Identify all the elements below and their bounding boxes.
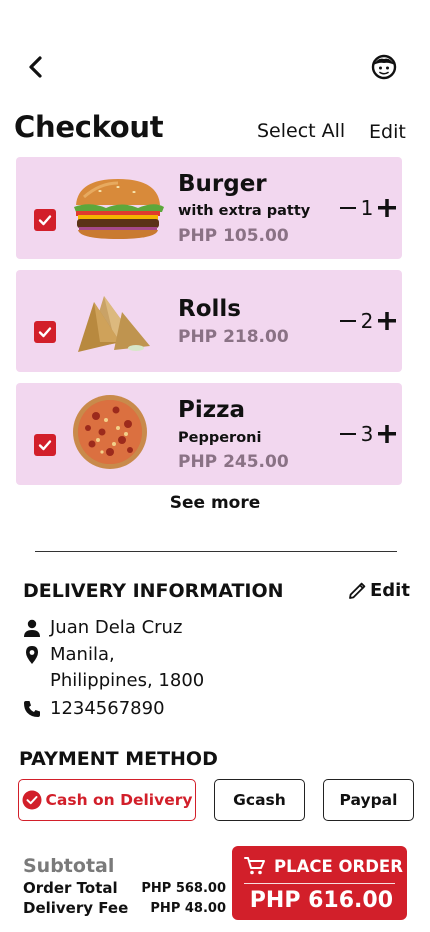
payment-option-cash-on-delivery[interactable]: Cash on Delivery bbox=[18, 779, 196, 821]
place-order-header: PLACE ORDER bbox=[244, 856, 403, 876]
edit-delivery-label: Edit bbox=[370, 580, 410, 601]
select-all-button[interactable]: Select All bbox=[257, 120, 345, 142]
item-name: Burger bbox=[178, 171, 267, 197]
address-line-2: Philippines, 1800 bbox=[50, 670, 205, 691]
place-order-label: PLACE ORDER bbox=[274, 856, 403, 876]
burger-image bbox=[74, 179, 164, 239]
quantity-stepper: 3 bbox=[338, 421, 398, 447]
address-row: Manila, Philippines, 1800 bbox=[22, 644, 204, 691]
minus-icon bbox=[340, 433, 356, 435]
plus-icon bbox=[378, 312, 396, 330]
payment-section-title: PAYMENT METHOD bbox=[19, 748, 218, 770]
phone-number: 1234567890 bbox=[50, 698, 165, 719]
item-description: Pepperoni bbox=[178, 430, 262, 446]
plus-icon bbox=[378, 199, 396, 217]
back-button[interactable] bbox=[22, 54, 48, 80]
payment-option-label: Cash on Delivery bbox=[45, 791, 193, 809]
profile-button[interactable] bbox=[369, 52, 399, 82]
order-total-label: Order Total bbox=[23, 879, 118, 897]
pencil-icon bbox=[349, 582, 366, 599]
person-icon bbox=[24, 619, 40, 637]
decrease-quantity-button[interactable] bbox=[338, 319, 358, 323]
item-checkbox[interactable] bbox=[34, 434, 56, 456]
delivery-fee-value: PHP 48.00 bbox=[150, 901, 226, 916]
recipient-name-row: Juan Dela Cruz bbox=[22, 617, 182, 638]
item-price: PHP 105.00 bbox=[178, 226, 289, 246]
plus-icon bbox=[378, 425, 396, 443]
delivery-fee-label: Delivery Fee bbox=[23, 899, 129, 917]
profile-icon bbox=[371, 54, 397, 80]
location-pin-icon bbox=[26, 646, 38, 664]
place-order-button[interactable]: PLACE ORDER PHP 616.00 bbox=[232, 846, 407, 920]
place-order-total: PHP 616.00 bbox=[249, 888, 393, 913]
pizza-image bbox=[73, 395, 147, 469]
quantity-value: 1 bbox=[360, 196, 374, 220]
item-price: PHP 218.00 bbox=[178, 327, 289, 347]
address-line-1: Manila, bbox=[50, 644, 115, 665]
decrease-quantity-button[interactable] bbox=[338, 206, 358, 210]
increase-quantity-button[interactable] bbox=[376, 199, 398, 217]
decrease-quantity-button[interactable] bbox=[338, 432, 358, 436]
recipient-name: Juan Dela Cruz bbox=[50, 617, 183, 638]
subtotal-label: Subtotal bbox=[23, 855, 115, 877]
item-name: Pizza bbox=[178, 397, 246, 423]
payment-option-label: Paypal bbox=[339, 791, 398, 809]
cart-item-burger: Burger with extra patty PHP 105.00 1 bbox=[16, 157, 402, 259]
item-name: Rolls bbox=[178, 296, 241, 322]
cart-item-pizza: Pizza Pepperoni PHP 245.00 3 bbox=[16, 383, 402, 485]
item-description: with extra patty bbox=[178, 203, 311, 219]
item-price: PHP 245.00 bbox=[178, 452, 289, 472]
quantity-value: 3 bbox=[360, 422, 374, 446]
phone-icon bbox=[24, 701, 40, 717]
payment-option-paypal[interactable]: Paypal bbox=[323, 779, 414, 821]
see-more-link[interactable]: See more bbox=[0, 493, 430, 513]
order-total-value: PHP 568.00 bbox=[141, 881, 226, 896]
quantity-stepper: 1 bbox=[338, 195, 398, 221]
minus-icon bbox=[340, 207, 356, 209]
minus-icon bbox=[340, 320, 356, 322]
checkmark-icon bbox=[38, 215, 52, 226]
payment-option-gcash[interactable]: Gcash bbox=[214, 779, 305, 821]
item-checkbox[interactable] bbox=[34, 209, 56, 231]
back-arrow-icon bbox=[29, 56, 42, 78]
edit-cart-button[interactable]: Edit bbox=[369, 121, 406, 143]
increase-quantity-button[interactable] bbox=[376, 425, 398, 443]
checkmark-icon bbox=[38, 440, 52, 451]
rolls-image bbox=[78, 296, 150, 352]
quantity-value: 2 bbox=[360, 309, 374, 333]
check-circle-icon bbox=[22, 790, 42, 810]
delivery-section-title: DELIVERY INFORMATION bbox=[23, 580, 284, 602]
checkmark-icon bbox=[38, 327, 52, 338]
divider bbox=[35, 551, 397, 552]
place-order-divider bbox=[244, 883, 395, 884]
phone-row: 1234567890 bbox=[22, 698, 165, 719]
edit-delivery-button[interactable]: Edit bbox=[348, 580, 410, 601]
page-title: Checkout bbox=[14, 110, 164, 144]
increase-quantity-button[interactable] bbox=[376, 312, 398, 330]
quantity-stepper: 2 bbox=[338, 308, 398, 334]
payment-option-label: Gcash bbox=[233, 791, 286, 809]
item-checkbox[interactable] bbox=[34, 321, 56, 343]
cart-icon bbox=[244, 857, 265, 875]
cart-item-rolls: Rolls PHP 218.00 2 bbox=[16, 270, 402, 372]
